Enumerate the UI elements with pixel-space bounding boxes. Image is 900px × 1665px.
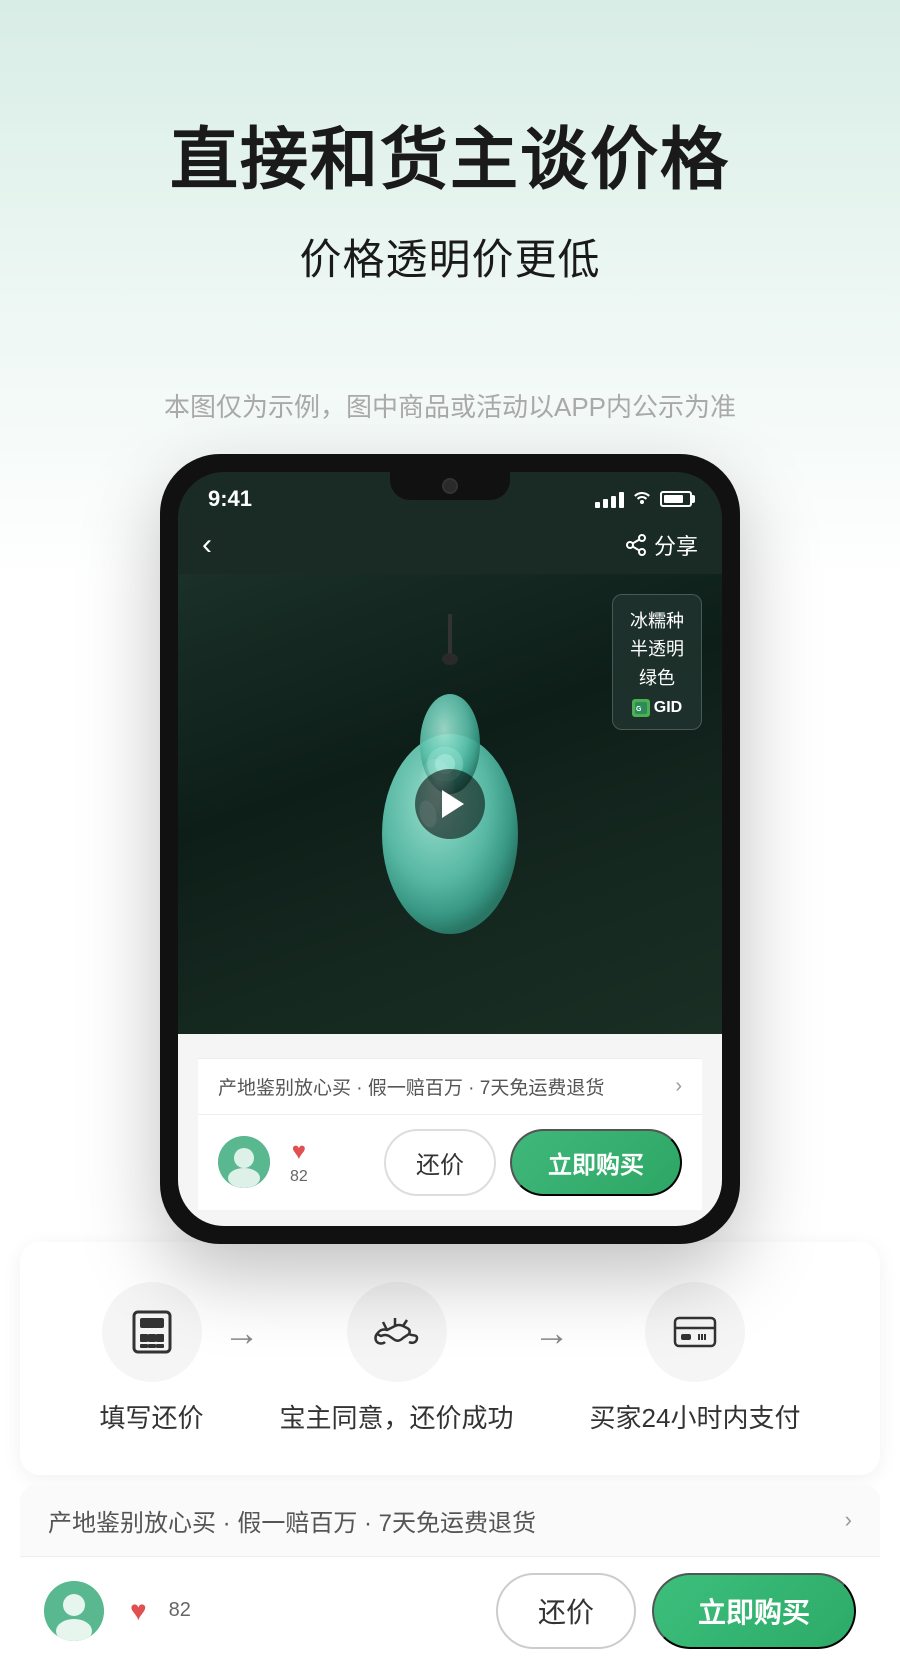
app-nav-bar: ‹ 分享 [178,520,722,574]
share-button[interactable]: 分享 [624,529,698,561]
step1-label: 填写还价 [100,1398,204,1435]
step3-label: 买家24小时内支付 [590,1398,801,1435]
main-title: 直接和货主谈价格 [170,120,730,202]
likes-badge: ♥ 82 [290,1138,308,1186]
process-steps-row: 填写还价 → 宝主同意，还价成功 → [70,1282,830,1435]
arrow-1-icon: → [224,1312,260,1354]
guarantee-text: 产地鉴别放心买 · 假一赔百万 · 7天免运费退货 [218,1073,604,1100]
cert-line-2: 半透明 [627,635,687,664]
back-button[interactable]: ‹ [202,528,212,562]
cert-logo: G GID [627,699,687,717]
svg-text:G: G [636,706,642,713]
wifi-icon [632,488,652,509]
payment-icon [669,1306,721,1358]
step2-icon-circle [347,1282,447,1382]
phone-mockup: 9:41 [160,454,740,1244]
cert-badge: 冰糯种 半透明 绿色 G GID [612,594,702,730]
bottom-guarantee-arrow-icon: › [845,1507,852,1533]
bottom-guarantee-row[interactable]: 产地鉴别放心买 · 假一赔百万 · 7天免运费退货 › [20,1485,880,1557]
process-section: 填写还价 → 宝主同意，还价成功 → [20,1242,880,1475]
arrow-2-icon: → [534,1312,570,1354]
header-section: 直接和货主谈价格 价格透明价更低 [0,0,900,327]
battery-icon [660,491,692,507]
gid-icon: G [635,702,647,714]
sub-title: 价格透明价更低 [299,226,600,287]
phone-frame: 9:41 [160,454,740,1244]
bottom-action-row: ♥ 82 还价 立即购买 [20,1557,880,1665]
guarantee-arrow-icon: › [675,1075,682,1098]
cert-logo-text: GID [654,699,682,717]
bottom-counter-offer-button[interactable]: 还价 [496,1573,636,1649]
buy-now-button[interactable]: 立即购买 [510,1129,682,1196]
likes-count: 82 [290,1168,308,1186]
status-icons [595,488,692,509]
cert-logo-icon: G [632,699,650,717]
page-container: 直接和货主谈价格 价格透明价更低 本图仅为示例，图中商品或活动以APP内公示为准… [0,0,900,1665]
cert-line-3: 绿色 [627,664,687,693]
bottom-bar: 产地鉴别放心买 · 假一赔百万 · 7天免运费退货 › ♥ 82 还价 立即购买 [20,1485,880,1665]
handshake-icon [371,1306,423,1358]
process-step-2: 宝主同意，还价成功 [280,1282,514,1435]
share-icon [624,533,648,557]
cert-line-1: 冰糯种 [627,607,687,636]
phone-bottom-panel: 产地鉴别放心买 · 假一赔百万 · 7天免运费退货 › [178,1034,722,1226]
avatar-image [218,1136,270,1188]
calculator-icon [126,1306,178,1358]
bottom-heart-icon: ♥ [130,1595,147,1627]
guarantee-bar[interactable]: 产地鉴别放心买 · 假一赔百万 · 7天免运费退货 › [198,1058,702,1114]
bottom-avatar-image [44,1581,104,1641]
camera-cutout [442,478,458,494]
play-button[interactable] [415,769,485,839]
phone-notch [390,472,510,500]
step2-label: 宝主同意，还价成功 [280,1398,514,1435]
disclaimer-text: 本图仅为示例，图中商品或活动以APP内公示为准 [164,387,736,424]
share-label: 分享 [654,529,698,561]
bottom-guarantee-text: 产地鉴别放心买 · 假一赔百万 · 7天免运费退货 [48,1503,536,1538]
bottom-seller-avatar[interactable] [44,1581,104,1641]
bottom-action-buttons: 还价 立即购买 [496,1573,856,1649]
phone-screen: 9:41 [178,472,722,1226]
phone-action-bar: ♥ 82 还价 立即购买 [198,1114,702,1210]
seller-avatar[interactable] [218,1136,270,1188]
step1-icon-circle [102,1282,202,1382]
bottom-likes-count: 82 [169,1599,191,1622]
heart-icon: ♥ [292,1138,306,1166]
product-image-area: 冰糯种 半透明 绿色 G GID [178,574,722,1034]
counter-offer-button[interactable]: 还价 [384,1129,496,1196]
play-triangle-icon [442,790,464,818]
signal-icon [595,490,624,508]
step3-icon-circle [645,1282,745,1382]
status-time: 9:41 [208,486,252,512]
process-step-1: 填写还价 [100,1282,204,1435]
action-buttons: 还价 立即购买 [384,1129,682,1196]
bottom-buy-button[interactable]: 立即购买 [652,1573,856,1649]
process-step-3: 买家24小时内支付 [590,1282,801,1435]
